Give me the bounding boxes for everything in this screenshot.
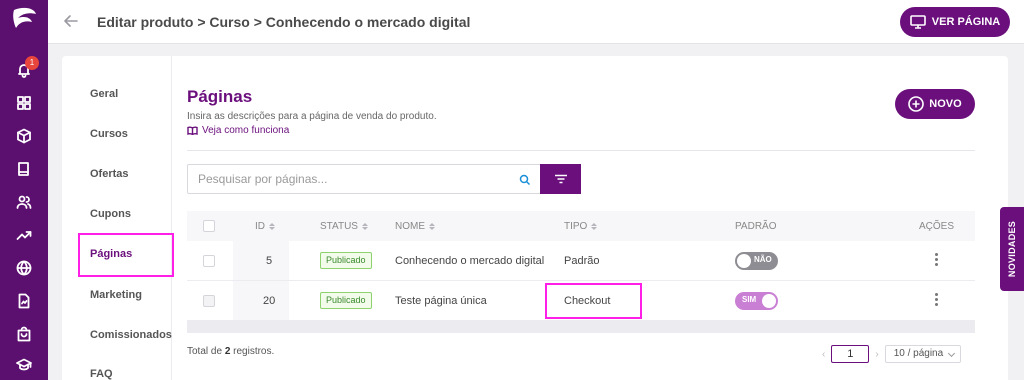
menu-item-cursos[interactable]: Cursos [90, 128, 128, 140]
menu-item-faq[interactable]: FAQ [90, 368, 113, 380]
product-menu: Geral Cursos Ofertas Cupons Páginas Mark… [62, 56, 174, 380]
top-bar: Editar produto > Curso > Conhecendo o me… [48, 0, 1024, 44]
next-page-icon[interactable]: › [875, 349, 878, 360]
menu-item-marketing[interactable]: Marketing [90, 289, 142, 301]
sort-icon [591, 223, 598, 230]
grid-icon[interactable] [12, 91, 36, 115]
box-icon[interactable] [12, 124, 36, 148]
open-book-icon [187, 126, 198, 135]
column-header-acoes: AÇÕES [919, 221, 955, 232]
more-actions-icon[interactable] [935, 293, 938, 306]
table-header: ID STATUS NOME TIPO PADRÃO AÇÕES [187, 211, 975, 241]
prev-page-icon[interactable]: ‹ [822, 349, 825, 360]
row-checkbox[interactable] [203, 295, 215, 307]
menu-item-ofertas[interactable]: Ofertas [90, 168, 129, 180]
column-header-padrao: PADRÃO [735, 221, 777, 232]
ver-pagina-label: VER PÁGINA [931, 16, 1001, 28]
users-icon[interactable] [12, 190, 36, 214]
cell-tipo: Padrão [564, 255, 600, 267]
menu-item-geral[interactable]: Geral [90, 88, 118, 100]
status-badge: Publicado [320, 292, 372, 309]
page-subtitle: Insira as descrições para a página de ve… [187, 111, 437, 122]
select-all-checkbox[interactable] [203, 220, 215, 232]
id-column-shade [233, 241, 289, 280]
ver-pagina-button[interactable]: VER PÁGINA [900, 7, 1010, 37]
default-toggle[interactable]: NÃO [735, 252, 778, 270]
document-icon[interactable] [12, 289, 36, 313]
monitor-icon [909, 15, 926, 29]
toggle-knob [762, 294, 776, 308]
menu-item-comissionados[interactable]: Comissionados [90, 329, 172, 341]
howto-link[interactable]: Veja como funciona [187, 125, 289, 136]
page-size-select[interactable]: 10 / página [884, 345, 961, 363]
pagination: ‹ 1 › 10 / página [822, 345, 961, 363]
filter-button[interactable] [540, 164, 581, 194]
pages-panel: Páginas Insira as descrições para a pági… [186, 56, 976, 380]
logo-icon[interactable] [6, 4, 42, 36]
toggle-knob [737, 254, 751, 268]
more-actions-icon[interactable] [935, 253, 938, 266]
book-icon[interactable] [12, 157, 36, 181]
current-page[interactable]: 1 [831, 345, 870, 363]
cell-id: 20 [263, 295, 276, 307]
table-row[interactable]: 5 Publicado Conhecendo o mercado digital… [187, 241, 975, 281]
graduation-icon[interactable] [12, 353, 36, 377]
column-header-nome[interactable]: NOME [395, 221, 435, 232]
id-column-shade [233, 281, 289, 320]
menu-item-paginas[interactable]: Páginas [90, 248, 132, 260]
breadcrumb: Editar produto > Curso > Conhecendo o me… [97, 14, 471, 30]
new-page-label: NOVO [929, 98, 962, 110]
filter-icon [554, 174, 567, 184]
menu-item-cupons[interactable]: Cupons [90, 208, 131, 220]
search-input[interactable] [187, 164, 541, 194]
novidades-label: NOVIDADES [1007, 220, 1017, 278]
default-toggle[interactable]: SIM [735, 292, 778, 310]
column-header-tipo[interactable]: TIPO [564, 221, 598, 232]
plus-circle-icon [908, 96, 925, 112]
row-checkbox[interactable] [203, 255, 215, 267]
trending-icon[interactable] [12, 223, 36, 247]
table-row[interactable]: 20 Publicado Teste página única Checkout… [187, 281, 975, 321]
left-rail: 1 [0, 0, 48, 380]
main-card: Geral Cursos Ofertas Cupons Páginas Mark… [62, 56, 1008, 380]
cell-tipo: Checkout [564, 295, 611, 307]
globe-icon[interactable] [12, 256, 36, 280]
howto-label: Veja como funciona [202, 125, 290, 136]
sort-icon [361, 223, 368, 230]
sort-icon [269, 223, 275, 230]
cell-nome: Conhecendo o mercado digital [395, 255, 545, 267]
bag-icon[interactable] [12, 322, 36, 346]
back-arrow-icon[interactable] [62, 12, 80, 30]
column-header-id[interactable]: ID [255, 221, 275, 232]
divider [187, 150, 975, 151]
search-icon[interactable] [519, 173, 531, 186]
notification-badge: 1 [25, 56, 39, 70]
toggle-label: NÃO [754, 255, 772, 264]
novidades-tab[interactable]: NOVIDADES [1000, 207, 1024, 291]
column-header-status[interactable]: STATUS [320, 221, 368, 232]
total-records: Total de 2 registros. [187, 346, 275, 357]
cell-nome: Teste página única [395, 295, 487, 307]
cell-id: 5 [266, 255, 273, 267]
page-title: Páginas [187, 87, 253, 106]
sort-icon [429, 223, 435, 230]
new-page-button[interactable]: NOVO [895, 89, 975, 119]
toggle-label: SIM [742, 295, 757, 304]
horizontal-scrollbar[interactable] [187, 321, 975, 333]
status-badge: Publicado [320, 252, 372, 269]
